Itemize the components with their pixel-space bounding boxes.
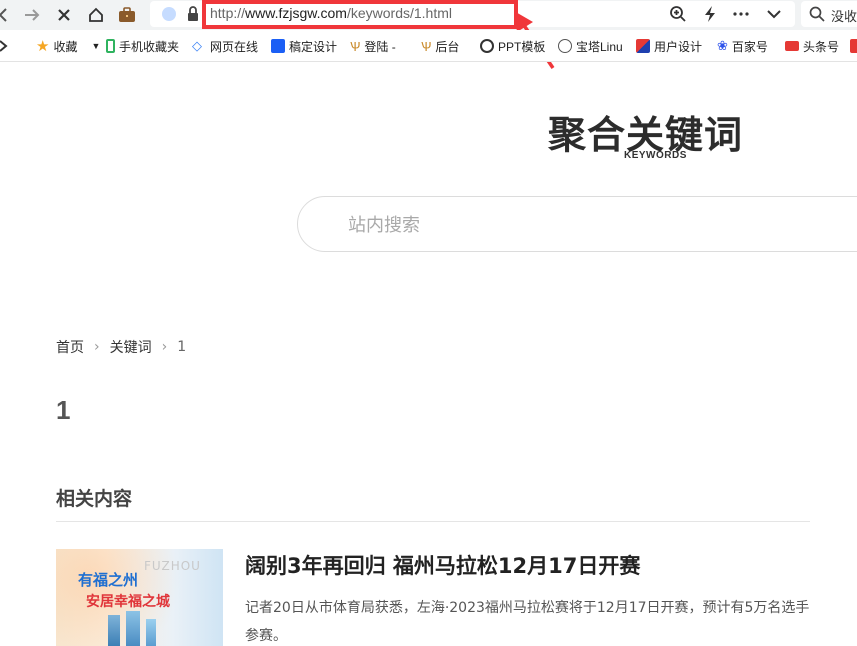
bookmark-label: 稿定设计 (289, 39, 338, 54)
bookmark-label: 登陆 - (364, 39, 396, 54)
bookmark-label: 收藏 (53, 39, 78, 54)
bookmark-baijiahao[interactable]: ❀ 百家号 (717, 37, 768, 55)
lightning-icon[interactable] (699, 3, 721, 25)
briefcase-icon[interactable] (115, 3, 139, 27)
bookmark-gaoding[interactable]: 稿定设计 (271, 37, 337, 55)
building-icon (108, 615, 120, 646)
browser-toolbar: http://www.fzjsgw.com/keywords/1.html 没收 (0, 0, 857, 30)
chevron-right-icon: › (161, 339, 168, 355)
more-icon[interactable] (730, 3, 752, 25)
antler-icon: Ѱ (350, 38, 361, 54)
thumbnail-text-bottom: 安居幸福之城 (86, 594, 170, 610)
bookmarks-bar: ★ 收藏 ▼ 手机收藏夹 ◇ 网页在线 稿定设计 Ѱ 登陆 - Ѱ 后台 PPT… (0, 30, 857, 62)
gaoding-icon (271, 39, 285, 53)
chevron-down-icon[interactable] (763, 3, 785, 25)
bookmark-favorites[interactable]: ★ 收藏 ▼ (36, 37, 100, 55)
breadcrumb-current: 1 (177, 339, 187, 355)
breadcrumb-home[interactable]: 首页 (56, 337, 84, 357)
lock-icon (186, 6, 200, 26)
zoom-icon[interactable] (667, 3, 689, 25)
bookmark-label: 百家号 (731, 39, 768, 54)
phone-icon (106, 39, 115, 53)
page-title: 1 (56, 395, 71, 425)
breadcrumb-keywords[interactable]: 关键词 (110, 337, 152, 357)
article-thumbnail[interactable]: 有福之州 安居幸福之城 FUZHOU (56, 549, 223, 646)
related-heading: 相关内容 (56, 488, 133, 510)
forward-icon[interactable] (20, 3, 44, 27)
stop-icon[interactable] (52, 3, 76, 27)
url-highlight-box (202, 0, 518, 29)
home-icon[interactable] (84, 3, 108, 27)
bookmark-ppt[interactable]: PPT模板 (480, 37, 545, 55)
breadcrumb: 首页 › 关键词 › 1 (56, 337, 186, 357)
site-info-icon[interactable] (162, 7, 176, 21)
thumbnail-watermark: FUZHOU (144, 559, 201, 573)
bookmark-baota[interactable]: 宝塔Linu (558, 37, 623, 55)
search-icon (809, 6, 825, 26)
thumbnail-text-top: 有福之州 (78, 571, 139, 589)
bookmark-label: PPT模板 (498, 39, 546, 54)
bookmark-label: 头条号 (803, 39, 840, 54)
building-icon (126, 611, 140, 646)
bookmark-label: 网页在线 (210, 39, 259, 54)
chevron-right-icon: › (94, 339, 100, 355)
antler-icon: Ѱ (421, 38, 432, 54)
building-icon (146, 619, 156, 646)
browser-search-box[interactable]: 没收 (801, 1, 857, 27)
paw-icon: ❀ (717, 38, 728, 53)
globe-icon (558, 39, 572, 53)
site-search-box (297, 196, 857, 252)
bookmark-label: 宝塔Linu (576, 39, 623, 54)
bookmarks-chevron-icon[interactable] (0, 37, 8, 55)
bookmark-overflow-icon[interactable] (850, 37, 857, 55)
bookmark-web-online[interactable]: ◇ 网页在线 (192, 37, 258, 55)
article-title[interactable]: 阔别3年再回归 福州马拉松12月17日开赛 (245, 550, 640, 580)
bookmark-admin[interactable]: Ѱ 后台 (421, 37, 459, 55)
star-icon: ★ (36, 38, 50, 55)
article-description: 记者20日从市体育局获悉，左海·2023福州马拉松赛将于12月17日开赛，预计有… (245, 600, 810, 644)
divider (56, 521, 810, 522)
web-icon: ◇ (192, 38, 202, 53)
bookmark-label: 手机收藏夹 (119, 39, 180, 54)
flag-icon (636, 39, 650, 53)
panda-icon (480, 39, 494, 53)
caret-down-icon: ▼ (91, 41, 101, 51)
bookmark-mobile[interactable]: 手机收藏夹 (106, 37, 179, 55)
bookmark-label: 用户设计 (654, 39, 703, 54)
bookmark-user-design[interactable]: 用户设计 (636, 37, 702, 55)
bookmark-toutiao[interactable]: 头条号 (785, 37, 839, 55)
site-logo-subtitle: KEYWORDS (624, 150, 687, 161)
browser-search-text: 没收 (831, 9, 857, 24)
bookmark-login[interactable]: Ѱ 登陆 - (350, 37, 396, 55)
back-icon[interactable] (0, 3, 16, 27)
toutiao-icon (785, 41, 799, 51)
site-search-input[interactable] (348, 212, 748, 238)
bookmark-label: 后台 (435, 39, 460, 54)
